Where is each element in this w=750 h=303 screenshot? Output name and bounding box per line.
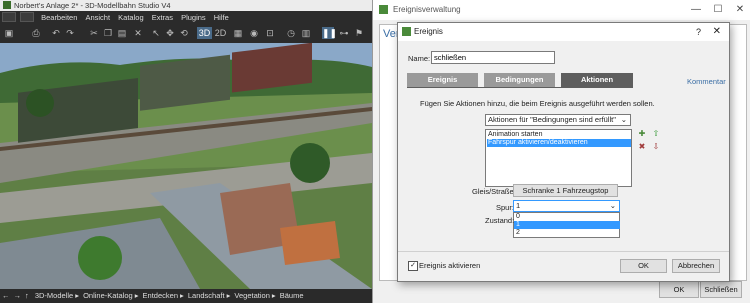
menu-hilfe[interactable]: Hilfe bbox=[211, 11, 232, 24]
event-manager-title: Ereignisverwaltung bbox=[393, 5, 461, 14]
lane-label: Spur: bbox=[496, 203, 514, 212]
chevron-down-icon: ⌄ bbox=[609, 201, 616, 210]
tab-bedingungen[interactable]: Bedingungen bbox=[484, 73, 555, 87]
actions-list[interactable]: Animation starten Fahrspur aktivieren/de… bbox=[485, 129, 632, 187]
list-item[interactable]: Animation starten bbox=[487, 131, 631, 139]
camera-icon[interactable]: ◉ bbox=[248, 27, 260, 39]
view-3d-button[interactable]: 3D bbox=[197, 27, 212, 39]
catalog-breadcrumb: ← → ↑ 3D-Modelle ▸ Online-Katalog ▸ Entdecke… bbox=[0, 289, 372, 303]
breadcrumb-vegetation[interactable]: Vegetation bbox=[232, 289, 271, 303]
close-icon[interactable]: ✕ bbox=[729, 0, 750, 20]
event-dialog-titlebar: Ereignis ? ✕ bbox=[398, 23, 729, 41]
lane-value: 1 bbox=[516, 201, 521, 210]
close-icon[interactable]: ✕ bbox=[713, 23, 721, 41]
lane-options-list[interactable]: 0 1 2 bbox=[513, 212, 620, 238]
move-down-icon[interactable]: ⇩ bbox=[652, 143, 660, 151]
track-label: Gleis/Straße: bbox=[472, 187, 516, 196]
app-icon bbox=[402, 27, 411, 36]
footer-divider bbox=[398, 251, 729, 252]
app-titlebar: Norbert's Anlage 2* - 3D-Modellbahn Stud… bbox=[0, 0, 372, 11]
action-mode-dropdown[interactable]: Aktionen für "Bedingungen sind erfüllt" … bbox=[485, 114, 631, 126]
rotate-icon[interactable]: ⟲ bbox=[178, 27, 190, 39]
3d-viewport[interactable] bbox=[0, 43, 372, 289]
remove-action-icon[interactable]: ✖ bbox=[638, 143, 646, 151]
list-item[interactable]: Fahrspur aktivieren/deaktivieren bbox=[487, 139, 631, 147]
signal-icon[interactable]: ⚑ bbox=[353, 27, 365, 39]
save-icon[interactable]: ▣ bbox=[3, 27, 15, 39]
maximize-icon[interactable]: ☐ bbox=[707, 0, 729, 20]
lock-icon[interactable]: ⊡ bbox=[264, 27, 276, 39]
grid-icon[interactable]: ▦ bbox=[232, 27, 244, 39]
chevron-down-icon: ⌄ bbox=[620, 115, 627, 124]
menu-bearbeiten[interactable]: Bearbeiten bbox=[38, 11, 80, 24]
minimize-icon[interactable]: — bbox=[685, 0, 707, 20]
breadcrumb-online-katalog[interactable]: Online-Katalog bbox=[81, 289, 135, 303]
view-2d-button[interactable]: 2D bbox=[214, 27, 227, 39]
menu-plugins[interactable]: Plugins bbox=[178, 11, 209, 24]
state-label: Zustand: bbox=[485, 216, 515, 225]
menu-bar: Bearbeiten Ansicht Katalog Extras Plugin… bbox=[0, 11, 372, 24]
app-icon bbox=[3, 1, 11, 9]
breadcrumb-3d-modelle[interactable]: 3D-Modelle bbox=[33, 289, 75, 303]
select-icon[interactable]: ↖ bbox=[150, 27, 162, 39]
pause-icon[interactable]: ❚❚ bbox=[322, 27, 337, 39]
train-icon[interactable]: ⊶ bbox=[338, 27, 350, 39]
action-mode-value: Aktionen für "Bedingungen sind erfüllt" bbox=[488, 115, 616, 124]
nav-forward-icon[interactable]: → bbox=[12, 289, 24, 303]
actions-hint: Fügen Sie Aktionen hinzu, die beim Ereig… bbox=[420, 99, 655, 108]
name-input[interactable] bbox=[431, 51, 555, 64]
app-title: Norbert's Anlage 2* - 3D-Modellbahn Stud… bbox=[14, 1, 171, 10]
manager-close-button[interactable]: Schließen bbox=[700, 281, 742, 298]
edit-menu-icon[interactable] bbox=[20, 12, 34, 22]
enable-checkbox[interactable]: ✓ bbox=[408, 261, 418, 271]
manager-ok-button[interactable]: OK bbox=[659, 281, 699, 298]
breadcrumb-landschaft[interactable]: Landschaft bbox=[186, 289, 227, 303]
paste-icon[interactable]: ▤ bbox=[116, 27, 128, 39]
tab-underline bbox=[407, 87, 633, 88]
file-menu-icon[interactable] bbox=[2, 12, 16, 22]
breadcrumb-entdecken[interactable]: Entdecken bbox=[141, 289, 180, 303]
cancel-button[interactable]: Abbrechen bbox=[672, 259, 720, 273]
nav-up-icon[interactable]: ↑ bbox=[23, 289, 31, 303]
track-select-button[interactable]: Schranke 1 Fahrzeugstop bbox=[513, 184, 618, 197]
move-icon[interactable]: ✥ bbox=[164, 27, 176, 39]
lane-option[interactable]: 0 bbox=[514, 213, 620, 221]
enable-label: Ereignis aktivieren bbox=[419, 261, 481, 270]
move-up-icon[interactable]: ⇧ bbox=[652, 130, 660, 138]
undo-icon[interactable]: ↶ bbox=[50, 27, 62, 39]
print-icon[interactable]: ⎙ bbox=[30, 27, 42, 39]
layers-icon[interactable]: ▥ bbox=[300, 27, 312, 39]
breadcrumb-baeume[interactable]: Bäume bbox=[278, 289, 306, 303]
toolbar: ▣ ⎙ ↶ ↷ ✂ ❐ ▤ ✕ ↖ ✥ ⟲ 3D 2D ▦ ◉ ⊡ ◷ ▥ ❚❚… bbox=[0, 24, 372, 44]
event-dialog-title: Ereignis bbox=[414, 27, 443, 36]
cut-icon[interactable]: ✂ bbox=[88, 27, 100, 39]
clock-icon[interactable]: ◷ bbox=[285, 27, 297, 39]
lane-option[interactable]: 2 bbox=[514, 229, 620, 237]
tab-ereignis[interactable]: Ereignis bbox=[407, 73, 478, 87]
comment-link[interactable]: Kommentar bbox=[687, 77, 726, 86]
event-dialog: Ereignis ? ✕ Name: Ereignis Bedingungen … bbox=[397, 22, 730, 282]
help-icon[interactable]: ? bbox=[696, 23, 701, 41]
nav-back-icon[interactable]: ← bbox=[0, 289, 12, 303]
copy-icon[interactable]: ❐ bbox=[102, 27, 114, 39]
add-action-icon[interactable]: ✚ bbox=[638, 130, 646, 138]
delete-icon[interactable]: ✕ bbox=[132, 27, 144, 39]
menu-katalog[interactable]: Katalog bbox=[115, 11, 146, 24]
menu-extras[interactable]: Extras bbox=[149, 11, 176, 24]
event-manager-titlebar: Ereignisverwaltung — ☐ ✕ bbox=[373, 0, 750, 20]
ok-button[interactable]: OK bbox=[620, 259, 667, 273]
menu-ansicht[interactable]: Ansicht bbox=[82, 11, 113, 24]
tab-aktionen[interactable]: Aktionen bbox=[561, 73, 633, 87]
name-label: Name: bbox=[408, 54, 431, 63]
lane-dropdown[interactable]: 1 ⌄ bbox=[513, 200, 620, 212]
lane-option[interactable]: 1 bbox=[514, 221, 620, 229]
app-icon bbox=[379, 5, 388, 14]
layout-scene bbox=[0, 43, 372, 289]
redo-icon[interactable]: ↷ bbox=[64, 27, 76, 39]
